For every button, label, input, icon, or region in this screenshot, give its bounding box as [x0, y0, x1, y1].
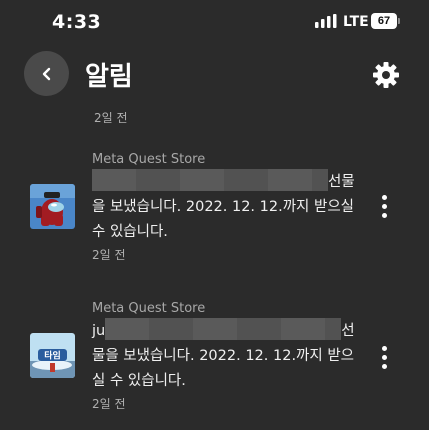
notification-source: Meta Quest Store — [92, 152, 206, 167]
more-options-button[interactable] — [378, 346, 392, 372]
message-text: 물을 보냈습니다. 2022. 12. 12.까지 받으실 수 있습니다. — [92, 348, 355, 389]
notification-time: 2일 전 — [92, 248, 126, 262]
svg-text:타임: 타임 — [44, 350, 61, 362]
battery-icon: 67 — [371, 13, 400, 29]
status-bar: 4:33 LTE 67 — [0, 0, 429, 44]
back-arrow-icon — [42, 67, 50, 80]
redacted-text — [92, 169, 328, 191]
signal-icon — [315, 14, 337, 28]
message-line1-end: 선물 — [328, 174, 355, 190]
notification-time: 2일 전 — [92, 397, 126, 411]
notification-message: 선물을 보냈습니다. 2022. 12. 12.까지 받으실 수 있습니다. — [92, 169, 367, 245]
section-time-label: 2일 전 — [94, 111, 128, 125]
message-text: 을 보냈습니다. 2022. 12. 12.까지 받으실 수 있습니다. — [92, 199, 355, 240]
message-line1-end: 선 — [341, 323, 355, 339]
notification-source: Meta Quest Store — [92, 301, 206, 316]
notification-item[interactable]: Meta Quest Store 타임 ju 선물을 보냈습니다. 2022. 1… — [0, 301, 429, 421]
status-time: 4:33 — [52, 11, 102, 33]
notification-item[interactable]: Meta Quest Store 선물을 보냈습니다. 2022. 12. 12… — [0, 152, 429, 272]
header: 알림 — [0, 48, 429, 104]
back-button[interactable] — [24, 51, 69, 96]
network-label: LTE — [343, 14, 369, 30]
game-app-icon: 타임 — [30, 333, 75, 378]
among-us-app-icon — [30, 184, 75, 229]
notification-message: ju 선물을 보냈습니다. 2022. 12. 12.까지 받으실 수 있습니다. — [92, 318, 367, 394]
page-title: 알림 — [85, 62, 133, 92]
recipient-name: ju — [92, 323, 106, 339]
settings-gear-icon[interactable] — [372, 61, 400, 89]
redacted-text — [105, 318, 342, 340]
more-options-button[interactable] — [378, 195, 392, 221]
battery-level: 67 — [377, 15, 391, 27]
